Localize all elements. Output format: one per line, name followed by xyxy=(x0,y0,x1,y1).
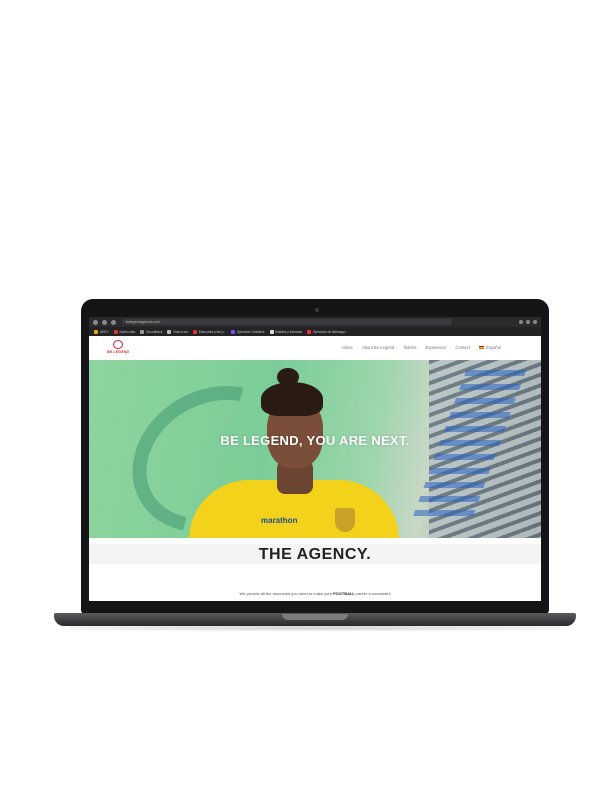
bookmark-icon xyxy=(167,329,172,334)
bookmark-item[interactable]: AEEV xyxy=(94,329,109,334)
camera-icon xyxy=(315,308,319,312)
bookmark-item[interactable]: Nuevo set xyxy=(167,329,188,334)
bookmark-icon xyxy=(140,329,145,334)
bookmark-item[interactable]: Nuevo sitio xyxy=(113,329,135,334)
nav-about[interactable]: About Be Legend xyxy=(362,345,394,350)
bookmark-item[interactable]: Edades y formatos xyxy=(269,329,302,334)
extensions-icon[interactable] xyxy=(519,320,523,324)
main-nav: Home About Be Legend Talents Experience … xyxy=(342,345,501,350)
player-hair-bun xyxy=(277,368,299,386)
agency-section: THE AGENCY. We provide all the resources… xyxy=(89,538,541,601)
jersey-crest-icon xyxy=(335,508,355,532)
reload-icon[interactable] xyxy=(111,319,116,325)
bookmark-icon xyxy=(94,329,98,334)
bookmarks-bar: AEEV Nuevo sitio Soundtrack Nuevo set Es… xyxy=(89,327,541,336)
nav-contact[interactable]: Contact xyxy=(455,345,469,350)
menu-icon[interactable] xyxy=(533,320,537,324)
nav-language[interactable]: Español xyxy=(478,345,501,350)
jersey-sponsor: marathon xyxy=(261,516,298,525)
bookmark-icon xyxy=(192,329,197,334)
be-legend-logo[interactable]: BE LEGEND xyxy=(107,340,131,356)
nav-home[interactable]: Home xyxy=(342,345,353,350)
bookmark-item[interactable]: Estructura y las p... xyxy=(192,329,226,334)
player-hair xyxy=(261,382,323,416)
address-bar: belegendagencia.com xyxy=(89,317,541,327)
forward-icon[interactable] xyxy=(102,319,107,325)
hero-banner: marathon BE LEGEND, YOU ARE NEXT. xyxy=(89,360,541,538)
agency-description: We provide all the resources you need to… xyxy=(239,591,391,596)
language-label: Español xyxy=(485,345,501,350)
bookmark-item[interactable]: Ejercicios Gratuitos xyxy=(231,329,265,334)
agency-title: THE AGENCY. xyxy=(258,546,372,563)
bookmark-item[interactable]: Ejercicios de liderazgo... xyxy=(307,329,348,334)
hero-tagline: BE LEGEND, YOU ARE NEXT. xyxy=(220,433,410,448)
back-icon[interactable] xyxy=(93,319,98,325)
spain-flag-icon xyxy=(478,346,484,350)
bookmark-icon xyxy=(231,329,236,334)
nav-experience[interactable]: Experience xyxy=(425,345,446,350)
bookmark-icon xyxy=(113,329,118,334)
laptop-screen: belegendagencia.com AEEV Nuevo sitio Sou… xyxy=(89,317,541,601)
url-input[interactable]: belegendagencia.com xyxy=(122,319,452,325)
bookmark-icon xyxy=(269,329,274,334)
logo-ring-icon xyxy=(113,340,123,349)
bookmark-icon xyxy=(307,329,312,334)
laptop-notch xyxy=(282,614,348,620)
site-header: BE LEGEND Home About Be Legend Talents E… xyxy=(89,336,541,360)
profile-icon[interactable] xyxy=(526,320,530,324)
logo-text: BE LEGEND xyxy=(107,350,130,354)
laptop-shadow xyxy=(70,625,560,631)
nav-talents[interactable]: Talents xyxy=(403,345,416,350)
bookmark-item[interactable]: Soundtrack xyxy=(140,329,162,334)
